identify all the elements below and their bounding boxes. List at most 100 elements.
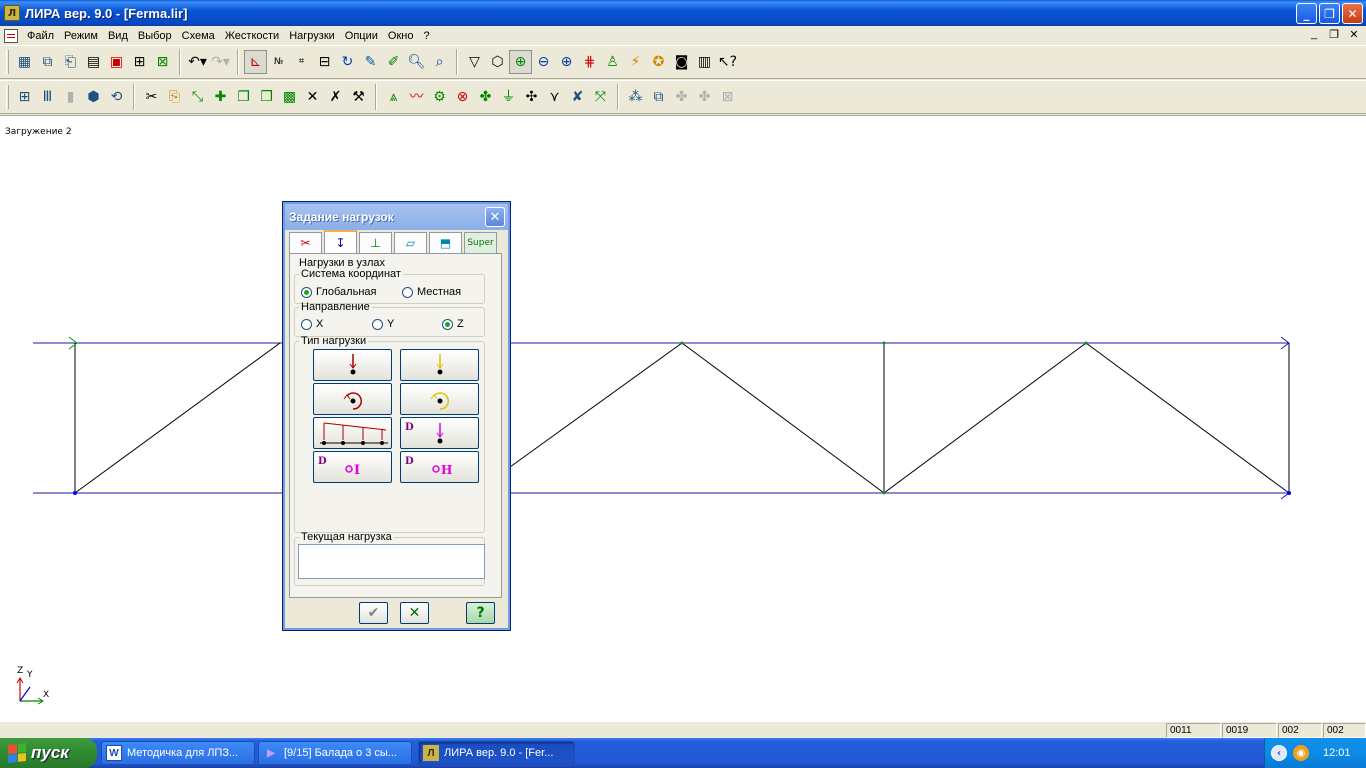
filter-icon[interactable]: ▽ <box>463 50 486 74</box>
run-icon[interactable]: ✪ <box>647 50 670 74</box>
tool-icon[interactable]: ✗ <box>324 85 347 109</box>
rotate-icon[interactable]: ↻ <box>336 50 359 74</box>
menu-view[interactable]: Вид <box>103 30 133 42</box>
truss-drawing[interactable] <box>0 116 1366 722</box>
plate-load-tab-icon[interactable]: ▱ <box>394 232 427 253</box>
load-scheme-icon[interactable]: ⚡ <box>624 50 647 74</box>
mass-icon[interactable]: ✤ <box>474 85 497 109</box>
pencil-icon[interactable]: ✐ <box>382 50 405 74</box>
zoom-out-icon[interactable]: ⌕ <box>428 50 451 74</box>
solid-load-tab-icon[interactable]: ⬒ <box>429 232 462 253</box>
maximize-button[interactable]: ❐ <box>1319 3 1340 24</box>
radio-global-dot[interactable] <box>301 286 312 298</box>
frame-icon[interactable]: ⊞ <box>13 85 36 109</box>
document-icon[interactable] <box>4 28 18 43</box>
mesh-icon[interactable]: ⋕ <box>578 50 601 74</box>
zoom-window-icon[interactable]: ⊕ <box>509 50 532 74</box>
menu-help[interactable]: ? <box>418 30 434 42</box>
task-media[interactable]: ▶ [9/15] Балада о 3 сы... <box>258 741 412 765</box>
grid-icon[interactable]: ⊟ <box>313 50 336 74</box>
paste-icon[interactable]: ⎘ <box>163 85 186 109</box>
cancel-button[interactable]: ✕ <box>400 602 429 624</box>
radio-z-dot[interactable] <box>442 318 453 330</box>
camera-icon[interactable]: ◙ <box>670 50 693 74</box>
force-node-button[interactable] <box>313 349 392 381</box>
radio-local[interactable]: Местная <box>402 286 461 298</box>
menu-select[interactable]: Выбор <box>133 30 177 42</box>
print-icon[interactable]: ▤ <box>82 50 105 74</box>
grey2-icon[interactable]: ✤ <box>693 85 716 109</box>
add-node-icon[interactable]: ✚ <box>209 85 232 109</box>
radio-y[interactable]: Y <box>372 318 394 330</box>
help-button[interactable]: ? <box>466 602 495 624</box>
radio-x-dot[interactable] <box>301 318 312 330</box>
cut-icon[interactable]: ✂ <box>140 85 163 109</box>
fragment-icon[interactable]: ⬡ <box>486 50 509 74</box>
moment-node-button[interactable] <box>313 383 392 415</box>
mdi-restore-button[interactable]: ❐ <box>1326 28 1342 41</box>
apply-button[interactable]: ✔ <box>359 602 388 624</box>
toolbar-grip[interactable] <box>6 50 9 74</box>
view-icon[interactable]: ⧉ <box>647 85 670 109</box>
cylinder-icon[interactable]: ▮ <box>59 85 82 109</box>
dialog-close-button[interactable]: ✕ <box>485 207 505 227</box>
force-yellow-button[interactable] <box>400 349 479 381</box>
mdi-minimize-button[interactable]: _ <box>1306 28 1322 41</box>
select-icon[interactable]: ✕ <box>301 85 324 109</box>
task-lira[interactable]: Л ЛИРА вер. 9.0 - [Fer... <box>418 741 575 765</box>
clusters-icon[interactable]: ⁂ <box>624 85 647 109</box>
radio-x[interactable]: X <box>301 318 323 330</box>
export-icon[interactable]: ⊞ <box>128 50 151 74</box>
menu-file[interactable]: Файл <box>22 30 59 42</box>
redo-icon[interactable]: ↷▾ <box>209 50 232 74</box>
lira-app-icon[interactable]: Л <box>4 5 20 21</box>
marker-icon[interactable]: ⤧ <box>589 85 612 109</box>
cross-icon[interactable]: ✣ <box>520 85 543 109</box>
hinges-icon[interactable]: 〰 <box>405 85 428 109</box>
group-icon[interactable]: ▩ <box>278 85 301 109</box>
task-word[interactable]: W Методичка для ЛПЗ... <box>101 741 255 765</box>
supports-icon[interactable]: ⩓ <box>382 85 405 109</box>
save-icon[interactable]: ⎗ <box>59 50 82 74</box>
radio-z[interactable]: Z <box>442 318 464 330</box>
move-icon[interactable]: ⤡ <box>186 85 209 109</box>
radio-y-dot[interactable] <box>372 318 383 330</box>
loads-icon[interactable]: ⊗ <box>451 85 474 109</box>
zoom-minus-icon[interactable]: ⊖ <box>532 50 555 74</box>
menu-options[interactable]: Опции <box>340 30 383 42</box>
drawing-area[interactable]: Загружение 2 Z Y X <box>0 115 1366 721</box>
open-icon[interactable]: ⧉ <box>36 50 59 74</box>
branch-icon[interactable]: ⋎ <box>543 85 566 109</box>
axes-3d-icon[interactable]: ⊾ <box>244 50 267 74</box>
columns-icon[interactable]: Ⅲ <box>36 85 59 109</box>
person-icon[interactable]: ♙ <box>601 50 624 74</box>
dynamic-h-button[interactable]: D H <box>400 451 479 483</box>
dialog-title-bar[interactable]: Задание нагрузок ✕ <box>285 204 508 230</box>
rotate-cube-icon[interactable]: ⟲ <box>105 85 128 109</box>
mdi-close-button[interactable]: ✕ <box>1346 28 1362 41</box>
distributed-node-button[interactable] <box>313 417 392 449</box>
element-numbers-icon[interactable]: ⌗ <box>290 50 313 74</box>
help-pointer-icon[interactable]: ↖? <box>716 50 739 74</box>
delete-icon[interactable]: ✘ <box>566 85 589 109</box>
tray-app-icon[interactable]: ◉ <box>1293 745 1309 761</box>
moment-yellow-button[interactable] <box>400 383 479 415</box>
new-icon[interactable]: ▦ <box>13 50 36 74</box>
start-button[interactable]: пуск <box>0 738 97 768</box>
edit-icon[interactable]: ✎ <box>359 50 382 74</box>
node-load-tab-icon[interactable]: ↧ <box>324 230 357 253</box>
tray-back-icon[interactable]: ‹ <box>1271 745 1287 761</box>
element-load-tab-icon[interactable]: ⊥ <box>359 232 392 253</box>
grey1-icon[interactable]: ✤ <box>670 85 693 109</box>
scissors-tab-icon[interactable]: ✂ <box>289 232 322 253</box>
menu-mode[interactable]: Режим <box>59 30 103 42</box>
mirror-icon[interactable]: ⏚ <box>497 85 520 109</box>
radio-global[interactable]: Глобальная <box>301 286 376 298</box>
menu-scheme[interactable]: Схема <box>177 30 220 42</box>
import-icon[interactable]: ⊠ <box>151 50 174 74</box>
copy-icon[interactable]: ❐ <box>232 85 255 109</box>
current-load-field[interactable] <box>298 544 485 579</box>
wrench-icon[interactable]: ⚒ <box>347 85 370 109</box>
cube-icon[interactable]: ⬢ <box>82 85 105 109</box>
menu-stiffness[interactable]: Жесткости <box>220 30 284 42</box>
